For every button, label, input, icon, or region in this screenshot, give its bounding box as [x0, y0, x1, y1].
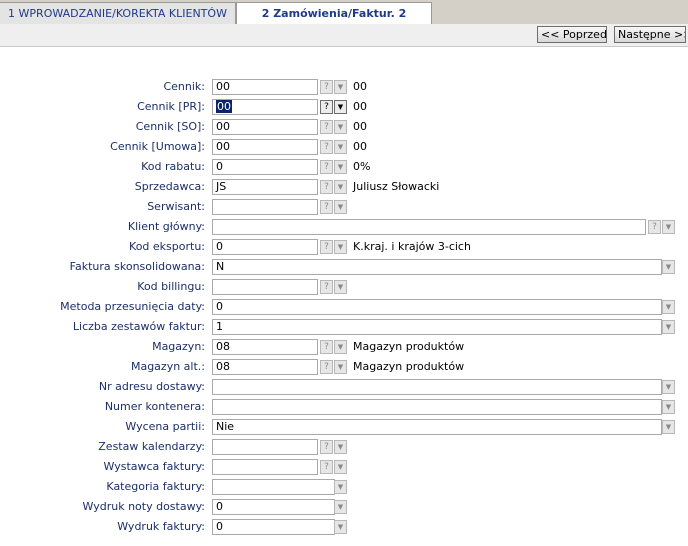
question-icon[interactable]: ? [320, 200, 333, 214]
chevron-down-icon[interactable]: ▼ [334, 520, 347, 534]
chevron-down-icon[interactable]: ▼ [662, 300, 675, 314]
question-icon[interactable]: ? [320, 460, 333, 474]
chevron-down-icon[interactable]: ▼ [334, 120, 347, 134]
sprzedawca-input[interactable]: JS [212, 179, 318, 195]
cennik-input[interactable]: 00 [212, 79, 318, 95]
question-icon[interactable]: ? [320, 240, 333, 254]
metoda-przesuniecia-daty-select[interactable]: 0 [212, 299, 662, 315]
chevron-down-icon[interactable]: ▼ [334, 360, 347, 374]
wycena-partii-select[interactable]: Nie [212, 419, 662, 435]
chevron-down-icon[interactable]: ▼ [334, 140, 347, 154]
question-icon[interactable]: ? [320, 160, 333, 174]
nr-adresu-dostawy-select[interactable] [212, 379, 662, 395]
magazyn-alt-label: Magazyn alt.: [130, 360, 205, 373]
cennik-pr-desc: 00 [353, 100, 367, 113]
kod-rabatu-input[interactable]: 0 [212, 159, 318, 175]
question-icon[interactable]: ? [320, 80, 333, 94]
chevron-down-icon[interactable]: ▼ [662, 400, 675, 414]
magazyn-label: Magazyn: [152, 340, 205, 353]
wydruk-noty-dostawy-select[interactable]: 0 [212, 499, 335, 515]
wydruk-noty-dostawy-label: Wydruk noty dostawy: [82, 500, 205, 513]
cennik-label: Cennik: [163, 80, 205, 93]
magazyn-alt-input[interactable]: 08 [212, 359, 318, 375]
wycena-partii-label: Wycena partii: [125, 420, 205, 433]
chevron-down-icon[interactable]: ▼ [662, 320, 675, 334]
wystawca-faktury-label: Wystawca faktury: [103, 460, 205, 473]
faktura-skonsolidowana-label: Faktura skonsolidowana: [69, 260, 205, 273]
question-icon[interactable]: ? [648, 220, 661, 234]
kategoria-faktury-select[interactable] [212, 479, 335, 495]
wydruk-faktury-select[interactable]: 0 [212, 519, 335, 535]
chevron-down-icon[interactable]: ▼ [662, 260, 675, 274]
numer-kontenera-label: Numer kontenera: [104, 400, 205, 413]
chevron-down-icon[interactable]: ▼ [334, 460, 347, 474]
kod-billingu-input[interactable] [212, 279, 318, 295]
cennik-pr-value: 00 [216, 100, 232, 113]
chevron-down-icon[interactable]: ▼ [334, 200, 347, 214]
chevron-down-icon[interactable]: ▼ [334, 340, 347, 354]
cennik-so-input[interactable]: 00 [212, 119, 318, 135]
faktura-skonsolidowana-select[interactable]: N [212, 259, 662, 275]
zestaw-kalendarzy-label: Zestaw kalendarzy: [98, 440, 205, 453]
numer-kontenera-select[interactable] [212, 399, 662, 415]
chevron-down-icon[interactable]: ▼ [334, 440, 347, 454]
cennik-umowa-label: Cennik [Umowa]: [110, 140, 205, 153]
metoda-przesuniecia-daty-label: Metoda przesunięcia daty: [60, 300, 205, 313]
cennik-umowa-desc: 00 [353, 140, 367, 153]
next-button[interactable]: Następne >> [614, 26, 686, 43]
previous-button[interactable]: << Poprzedni [537, 26, 607, 43]
chevron-down-icon[interactable]: ▼ [334, 240, 347, 254]
wystawca-faktury-input[interactable] [212, 459, 318, 475]
kod-eksportu-input[interactable]: 0 [212, 239, 318, 255]
chevron-down-icon[interactable]: ▼ [334, 480, 347, 494]
magazyn-input[interactable]: 08 [212, 339, 318, 355]
magazyn-desc: Magazyn produktów [353, 340, 465, 353]
navigation-toolbar: << Poprzedni Następne >> [0, 24, 688, 47]
question-icon[interactable]: ? [320, 280, 333, 294]
tab-wprowadzanie-korekta[interactable]: 1 WPROWADZANIE/KOREKTA KLIENTÓW [0, 2, 236, 24]
liczba-zestawow-faktur-select[interactable]: 1 [212, 319, 662, 335]
sprzedawca-label: Sprzedawca: [134, 180, 205, 193]
tab-zamowienia-faktury[interactable]: 2 Zamówienia/Faktur. 2 [236, 2, 432, 25]
question-icon[interactable]: ? [320, 440, 333, 454]
nr-adresu-dostawy-label: Nr adresu dostawy: [98, 380, 205, 393]
cennik-so-label: Cennik [SO]: [135, 120, 205, 133]
chevron-down-icon[interactable]: ▼ [334, 100, 347, 114]
cennik-pr-input[interactable]: 00 [212, 99, 318, 115]
kod-billingu-label: Kod billingu: [137, 280, 205, 293]
cennik-so-desc: 00 [353, 120, 367, 133]
chevron-down-icon[interactable]: ▼ [334, 180, 347, 194]
kategoria-faktury-label: Kategoria faktury: [106, 480, 205, 493]
klient-glowny-label: Klient główny: [127, 220, 205, 233]
kod-eksportu-desc: K.kraj. i krajów 3-cich [353, 240, 471, 253]
cennik-umowa-input[interactable]: 00 [212, 139, 318, 155]
liczba-zestawow-faktur-label: Liczba zestawów faktur: [72, 320, 205, 333]
chevron-down-icon[interactable]: ▼ [334, 280, 347, 294]
serwisant-input[interactable] [212, 199, 318, 215]
question-icon[interactable]: ? [320, 120, 333, 134]
question-icon[interactable]: ? [320, 340, 333, 354]
cennik-desc: 00 [353, 80, 367, 93]
chevron-down-icon[interactable]: ▼ [662, 420, 675, 434]
chevron-down-icon[interactable]: ▼ [662, 220, 675, 234]
question-icon[interactable]: ? [320, 360, 333, 374]
magazyn-alt-desc: Magazyn produktów [353, 360, 465, 373]
chevron-down-icon[interactable]: ▼ [334, 80, 347, 94]
question-icon[interactable]: ? [320, 100, 333, 114]
sprzedawca-desc: Juliusz Słowacki [353, 180, 440, 193]
kod-rabatu-desc: 0% [353, 160, 371, 173]
question-icon[interactable]: ? [320, 140, 333, 154]
tab-bar: 1 WPROWADZANIE/KOREKTA KLIENTÓW 2 Zamówi… [0, 0, 688, 25]
chevron-down-icon[interactable]: ▼ [334, 160, 347, 174]
klient-glowny-input[interactable] [212, 219, 646, 235]
serwisant-label: Serwisant: [147, 200, 205, 213]
cennik-pr-label: Cennik [PR]: [137, 100, 205, 113]
chevron-down-icon[interactable]: ▼ [662, 380, 675, 394]
question-icon[interactable]: ? [320, 180, 333, 194]
kod-eksportu-label: Kod eksportu: [129, 240, 205, 253]
chevron-down-icon[interactable]: ▼ [334, 500, 347, 514]
kod-rabatu-label: Kod rabatu: [141, 160, 205, 173]
wydruk-faktury-label: Wydruk faktury: [117, 520, 205, 533]
zestaw-kalendarzy-input[interactable] [212, 439, 318, 455]
